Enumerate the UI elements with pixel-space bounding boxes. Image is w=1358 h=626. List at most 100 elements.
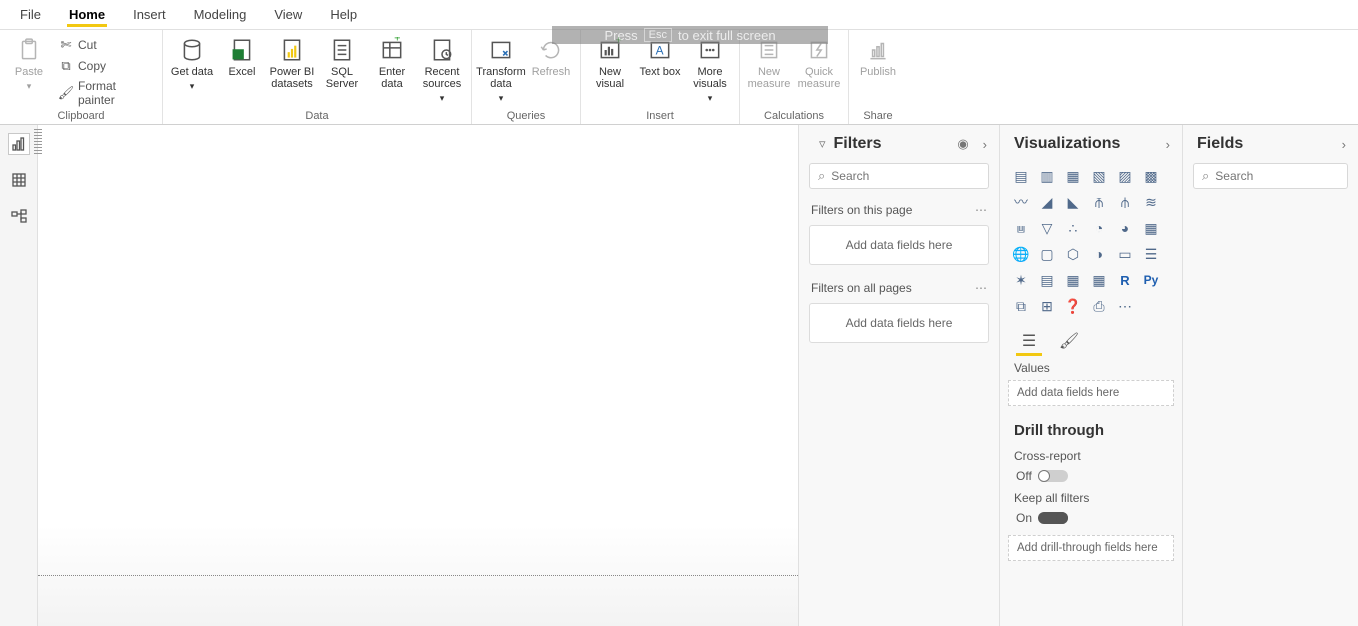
viz-gallery: ▤▥▦▧▨▩〰◢◣⫚⫛≋⩏▽∴◔◕▦🌐▢⬡◑▭☰✶▤▦▦RPy⧉⊞❓⎙⋯ bbox=[1000, 161, 1182, 325]
pbi-datasets-button[interactable]: Power BI datasets bbox=[269, 32, 315, 90]
excel-button[interactable]: Excel bbox=[219, 32, 265, 78]
viz-donut-icon[interactable]: ◕ bbox=[1114, 217, 1136, 239]
tab-help[interactable]: Help bbox=[316, 3, 371, 26]
tab-modeling[interactable]: Modeling bbox=[180, 3, 261, 26]
viz-area-icon[interactable]: ◢ bbox=[1036, 191, 1058, 213]
tab-home[interactable]: Home bbox=[55, 3, 119, 26]
fields-tab[interactable]: ☰ bbox=[1016, 329, 1042, 353]
viz-key-influencers-icon[interactable]: ⧉ bbox=[1010, 295, 1032, 317]
viz-funnel-icon[interactable]: ▽ bbox=[1036, 217, 1058, 239]
copy-button[interactable]: ⧉ Copy bbox=[56, 57, 156, 75]
viz-format-tabs: ☰ 🖌 bbox=[1000, 325, 1182, 355]
viz-python-icon[interactable]: Py bbox=[1140, 269, 1162, 291]
sql-server-button[interactable]: SQL Server bbox=[319, 32, 365, 90]
report-view-button[interactable] bbox=[8, 133, 30, 155]
viz-qna-icon[interactable]: ❓ bbox=[1062, 295, 1084, 317]
viz-100-column-icon[interactable]: ▩ bbox=[1140, 165, 1162, 187]
search-icon: ⌕ bbox=[1202, 168, 1209, 184]
get-data-button[interactable]: Get data ▾ bbox=[169, 32, 215, 92]
viz-slicer-icon[interactable]: ▤ bbox=[1036, 269, 1058, 291]
cut-label: Cut bbox=[78, 38, 97, 52]
format-painter-button[interactable]: 🖌 Format painter bbox=[56, 78, 156, 108]
group-queries-title: Queries bbox=[478, 110, 574, 124]
drill-through-dropzone[interactable]: Add drill-through fields here bbox=[1008, 535, 1174, 561]
visualizations-panel: Visualizations › ▤▥▦▧▨▩〰◢◣⫚⫛≋⩏▽∴◔◕▦🌐▢⬡◑▭… bbox=[1000, 125, 1183, 626]
viz-stacked-bar-icon[interactable]: ▤ bbox=[1010, 165, 1032, 187]
viz-card-icon[interactable]: ▭ bbox=[1114, 243, 1136, 265]
fields-search-input[interactable] bbox=[1215, 169, 1358, 183]
viz-paginated-icon[interactable]: ⎙ bbox=[1088, 295, 1110, 317]
tab-view[interactable]: View bbox=[260, 3, 316, 26]
canvas-grip-icon[interactable] bbox=[34, 129, 42, 155]
paste-label: Paste bbox=[15, 66, 43, 78]
format-tab[interactable]: 🖌 bbox=[1056, 329, 1082, 353]
values-dropzone[interactable]: Add data fields here bbox=[1008, 380, 1174, 406]
keep-all-filters-label: Keep all filters bbox=[1000, 485, 1182, 507]
enter-data-button[interactable]: + Enter data bbox=[369, 32, 415, 90]
fs-hint-pre: Press bbox=[604, 28, 637, 43]
paste-button[interactable]: Paste ▾ bbox=[6, 32, 52, 92]
viz-treemap-icon[interactable]: ▦ bbox=[1140, 217, 1162, 239]
cut-button[interactable]: ✄ Cut bbox=[56, 36, 156, 54]
viz-waterfall-icon[interactable]: ⩏ bbox=[1010, 217, 1032, 239]
eye-icon[interactable]: ◉ bbox=[957, 136, 968, 152]
transform-label: Transform data bbox=[476, 66, 526, 90]
transform-data-button[interactable]: Transform data▾ bbox=[478, 32, 524, 104]
group-data: Get data ▾ Excel Power BI datasets SQL Se… bbox=[163, 30, 472, 124]
report-canvas[interactable] bbox=[38, 125, 799, 626]
viz-pie-icon[interactable]: ◔ bbox=[1088, 217, 1110, 239]
sql-server-label: SQL Server bbox=[319, 66, 365, 90]
tab-insert[interactable]: Insert bbox=[119, 3, 180, 26]
viz-100-bar-icon[interactable]: ▨ bbox=[1114, 165, 1136, 187]
viz-stacked-column-icon[interactable]: ▥ bbox=[1036, 165, 1058, 187]
filters-on-page-dropzone[interactable]: Add data fields here bbox=[809, 225, 989, 265]
viz-scatter-icon[interactable]: ∴ bbox=[1062, 217, 1084, 239]
fields-search[interactable]: ⌕ bbox=[1193, 163, 1348, 189]
filters-search[interactable]: ⌕ bbox=[809, 163, 989, 189]
viz-clustered-column-icon[interactable]: ▧ bbox=[1088, 165, 1110, 187]
viz-r-icon[interactable]: R bbox=[1114, 269, 1136, 291]
viz-ribbon-icon[interactable]: ≋ bbox=[1140, 191, 1162, 213]
viz-more-icon[interactable]: ⋯ bbox=[1114, 295, 1136, 317]
viz-filled-map-icon[interactable]: ▢ bbox=[1036, 243, 1058, 265]
data-view-button[interactable] bbox=[8, 169, 30, 191]
chevron-down-icon: ▾ bbox=[708, 92, 713, 104]
viz-clustered-bar-icon[interactable]: ▦ bbox=[1062, 165, 1084, 187]
viz-map-icon[interactable]: 🌐 bbox=[1010, 243, 1032, 265]
viz-shape-map-icon[interactable]: ⬡ bbox=[1062, 243, 1084, 265]
copy-icon: ⧉ bbox=[58, 58, 74, 74]
excel-icon bbox=[228, 36, 256, 64]
refresh-label: Refresh bbox=[532, 66, 571, 78]
tab-file[interactable]: File bbox=[6, 3, 55, 26]
more-icon[interactable]: ⋯ bbox=[975, 203, 987, 217]
collapse-fields-button[interactable]: › bbox=[1342, 137, 1346, 152]
chevron-down-icon: ▾ bbox=[190, 80, 195, 92]
keep-all-toggle[interactable] bbox=[1038, 512, 1068, 524]
cross-report-label: Cross-report bbox=[1000, 443, 1182, 465]
enter-data-label: Enter data bbox=[369, 66, 415, 90]
group-clipboard: Paste ▾ ✄ Cut ⧉ Copy 🖌 Format painter Cl… bbox=[0, 30, 163, 124]
more-icon[interactable]: ⋯ bbox=[975, 281, 987, 295]
viz-table-icon[interactable]: ▦ bbox=[1062, 269, 1084, 291]
filters-on-all-dropzone[interactable]: Add data fields here bbox=[809, 303, 989, 343]
viz-line-clustered-column-icon[interactable]: ⫛ bbox=[1114, 191, 1136, 213]
filters-search-input[interactable] bbox=[831, 169, 986, 183]
recent-sources-button[interactable]: Recent sources▾ bbox=[419, 32, 465, 104]
group-share-title: Share bbox=[855, 110, 901, 124]
collapse-viz-button[interactable]: › bbox=[1166, 137, 1170, 152]
viz-matrix-icon[interactable]: ▦ bbox=[1088, 269, 1110, 291]
viz-gauge-icon[interactable]: ◑ bbox=[1088, 243, 1110, 265]
viz-kpi-icon[interactable]: ✶ bbox=[1010, 269, 1032, 291]
group-calculations-title: Calculations bbox=[746, 110, 842, 124]
model-view-button[interactable] bbox=[8, 205, 30, 227]
viz-stacked-area-icon[interactable]: ◣ bbox=[1062, 191, 1084, 213]
viz-multi-row-card-icon[interactable]: ☰ bbox=[1140, 243, 1162, 265]
database-icon bbox=[178, 36, 206, 64]
collapse-filters-button[interactable]: › bbox=[983, 137, 987, 152]
publish-button[interactable]: Publish bbox=[855, 32, 901, 78]
viz-decomp-tree-icon[interactable]: ⊞ bbox=[1036, 295, 1058, 317]
viz-line-icon[interactable]: 〰 bbox=[1010, 191, 1032, 213]
viz-line-stacked-column-icon[interactable]: ⫚ bbox=[1088, 191, 1110, 213]
cross-report-toggle[interactable] bbox=[1038, 470, 1068, 482]
get-data-label: Get data bbox=[171, 66, 213, 78]
